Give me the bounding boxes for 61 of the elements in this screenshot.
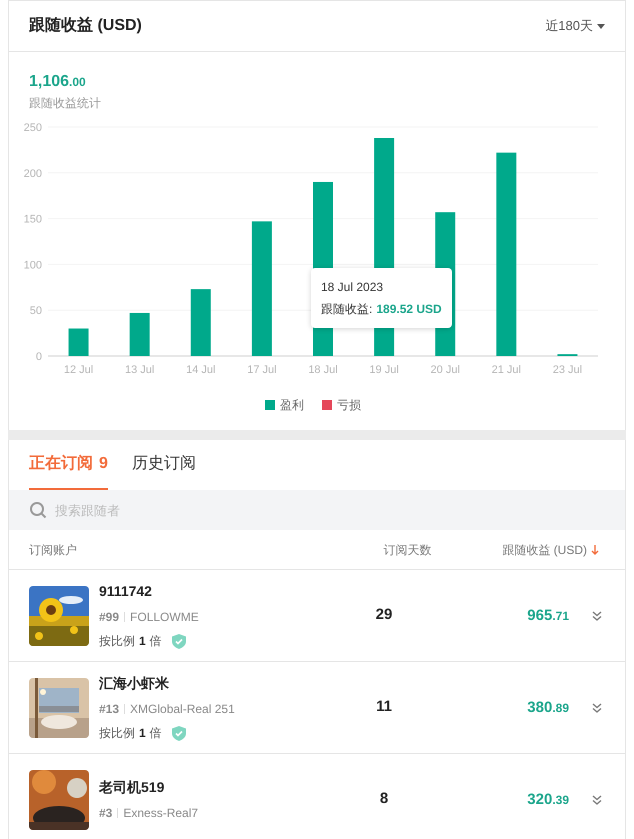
- tooltip-value: 189.52 USD: [376, 301, 442, 318]
- ratio-label: 按比例: [99, 725, 135, 742]
- subscription-days: 29: [339, 604, 429, 627]
- y-tick-label: 0: [36, 351, 42, 363]
- tooltip-date: 18 Jul 2023: [321, 279, 384, 296]
- y-tick-label: 50: [30, 305, 42, 318]
- x-tick-label: 21 Jul: [492, 364, 522, 376]
- search-icon: [29, 501, 47, 519]
- ratio-unit: 倍: [150, 725, 162, 742]
- x-tick-label: 20 Jul: [430, 364, 460, 376]
- legend-label: 亏损: [337, 397, 361, 414]
- earnings-value: 380.89: [526, 700, 569, 716]
- account-name: 汇海小虾米: [99, 674, 169, 693]
- x-tick-label: 13 Jul: [124, 364, 154, 376]
- total-earnings: 1,106.00: [29, 74, 86, 90]
- earnings-value: 965.71: [526, 608, 569, 624]
- shield-check-icon: [172, 634, 186, 648]
- chevron-double-down-icon: [592, 702, 602, 712]
- column-header: 订阅账户: [29, 542, 78, 558]
- down-arrow-icon: [591, 544, 599, 554]
- account-name: 9111742: [99, 582, 152, 601]
- y-tick-label: 200: [24, 168, 42, 180]
- rank: #13: [99, 701, 120, 718]
- total-label: 跟随收益统计: [29, 95, 101, 112]
- legend-label: 盈利: [280, 397, 304, 414]
- caret-icon: [597, 24, 605, 28]
- earnings-value: 320.39: [526, 792, 569, 808]
- period-dropdown[interactable]: 近180天: [545, 16, 605, 36]
- sort-column-header[interactable]: 跟随收益 (USD): [502, 540, 599, 558]
- subscription-days: 8: [339, 788, 429, 811]
- ratio-label: 按比例: [99, 633, 135, 650]
- y-tick-label: 250: [24, 122, 42, 134]
- server-name: XMGlobal-Real 251: [130, 701, 235, 718]
- rank: #99: [99, 609, 120, 626]
- x-tick-label: 14 Jul: [186, 364, 216, 376]
- shield-check-icon: [172, 726, 186, 740]
- bar: [130, 312, 150, 356]
- x-tick-label: 18 Jul: [308, 364, 338, 376]
- tooltip-label: 跟随收益:: [321, 301, 372, 318]
- subscription-days: 11: [339, 696, 429, 719]
- x-tick-label: 12 Jul: [64, 364, 94, 376]
- bar: [190, 289, 211, 356]
- bar: [68, 328, 89, 356]
- section-title: 跟随收益 (USD): [29, 16, 142, 36]
- ratio-value: 1: [139, 633, 146, 650]
- rank: #3: [99, 805, 112, 822]
- ratio-value: 1: [139, 725, 146, 742]
- account-name: 老司机519: [99, 778, 164, 797]
- x-tick-label: 23 Jul: [552, 364, 582, 376]
- x-tick-label: 19 Jul: [369, 364, 399, 376]
- chevron-double-down-icon: [592, 794, 602, 804]
- search-field[interactable]: 搜索跟随者: [9, 490, 625, 530]
- tab[interactable]: 历史订阅: [132, 440, 196, 490]
- ratio-unit: 倍: [150, 633, 162, 650]
- chevron-double-down-icon: [592, 610, 602, 620]
- y-tick-label: 150: [24, 214, 42, 226]
- x-tick-label: 17 Jul: [247, 364, 277, 376]
- server-name: FOLLOWME: [130, 609, 199, 626]
- column-header: 订阅天数: [382, 542, 432, 558]
- y-tick-label: 100: [24, 259, 42, 272]
- server-name: Exness-Real7: [123, 805, 198, 822]
